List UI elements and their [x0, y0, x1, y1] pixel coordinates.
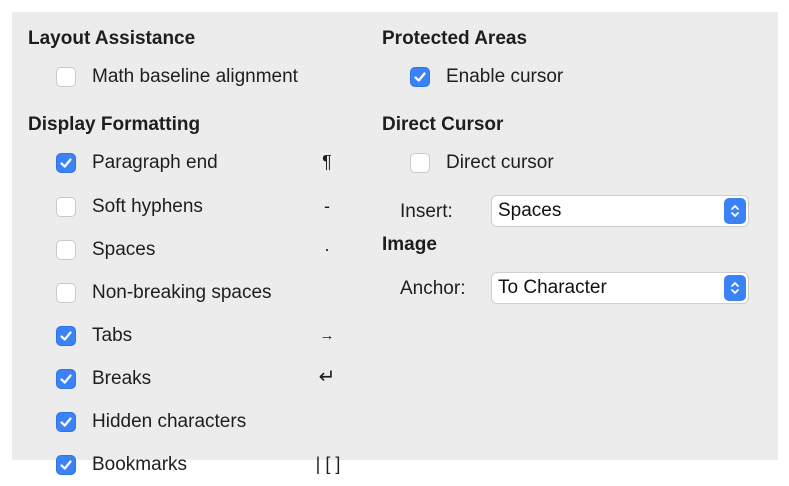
- chevron-up-down-icon[interactable]: [724, 198, 746, 224]
- checkbox-unchecked-icon[interactable]: [56, 197, 76, 217]
- spaces-checkbox[interactable]: Spaces: [56, 237, 155, 263]
- soft-hyphens-checkbox[interactable]: Soft hyphens: [56, 194, 203, 220]
- anchor-select[interactable]: To Character: [491, 272, 749, 304]
- enable-cursor-label: Enable cursor: [446, 66, 564, 87]
- soft-hyphens-label: Soft hyphens: [92, 196, 203, 217]
- display-formatting-heading: Display Formatting: [28, 114, 201, 135]
- image-heading: Image: [382, 234, 437, 255]
- hyphen-symbol: -: [324, 196, 330, 216]
- chevron-up-down-icon[interactable]: [724, 275, 746, 301]
- direct-cursor-heading: Direct Cursor: [382, 114, 504, 135]
- checkbox-unchecked-icon[interactable]: [410, 153, 430, 173]
- bookmarks-label: Bookmarks: [92, 454, 188, 475]
- insert-label: Insert:: [400, 201, 453, 222]
- breaks-label: Breaks: [92, 368, 152, 389]
- checkbox-checked-icon[interactable]: [56, 412, 76, 432]
- spaces-label: Spaces: [92, 239, 156, 260]
- tabs-checkbox[interactable]: Tabs: [56, 323, 132, 349]
- math-baseline-alignment-label: Math baseline alignment: [92, 66, 298, 87]
- direct-cursor-checkbox[interactable]: Direct cursor: [410, 150, 554, 176]
- non-breaking-spaces-label: Non-breaking spaces: [92, 282, 272, 303]
- checkbox-unchecked-icon[interactable]: [56, 283, 76, 303]
- insert-select[interactable]: Spaces: [491, 195, 749, 227]
- non-breaking-spaces-checkbox[interactable]: Non-breaking spaces: [56, 280, 272, 306]
- checkbox-checked-icon[interactable]: [56, 153, 76, 173]
- checkbox-unchecked-icon[interactable]: [56, 240, 76, 260]
- enable-cursor-checkbox[interactable]: Enable cursor: [410, 64, 563, 90]
- checkbox-checked-icon[interactable]: [56, 369, 76, 389]
- hidden-characters-label: Hidden characters: [92, 411, 247, 432]
- math-baseline-alignment-checkbox[interactable]: Math baseline alignment: [56, 64, 298, 90]
- insert-select-value: Spaces: [498, 200, 562, 221]
- arrow-right-symbol: →: [319, 327, 335, 344]
- direct-cursor-label: Direct cursor: [446, 152, 554, 173]
- bookmark-symbol: | [ ]: [315, 454, 341, 474]
- tabs-label: Tabs: [92, 325, 133, 346]
- writer-formatting-aids-panel: Layout Assistance Math baseline alignmen…: [12, 12, 778, 475]
- paragraph-end-label: Paragraph end: [92, 152, 218, 173]
- layout-assistance-heading: Layout Assistance: [28, 28, 196, 49]
- checkbox-checked-icon[interactable]: [410, 67, 430, 87]
- checkbox-unchecked-icon[interactable]: [56, 67, 76, 87]
- hidden-characters-checkbox[interactable]: Hidden characters: [56, 409, 246, 435]
- bookmarks-checkbox[interactable]: Bookmarks: [56, 452, 187, 478]
- paragraph-end-checkbox[interactable]: Paragraph end: [56, 150, 218, 176]
- breaks-checkbox[interactable]: Breaks: [56, 366, 151, 392]
- protected-areas-heading: Protected Areas: [382, 28, 528, 49]
- middle-dot-symbol: ·: [324, 239, 330, 259]
- anchor-select-value: To Character: [498, 277, 607, 298]
- checkbox-checked-icon[interactable]: [56, 326, 76, 346]
- anchor-label: Anchor:: [400, 278, 466, 299]
- pilcrow-symbol: ¶: [322, 152, 332, 172]
- line-break-symbol: ↵: [318, 366, 336, 388]
- checkbox-checked-icon[interactable]: [56, 455, 76, 475]
